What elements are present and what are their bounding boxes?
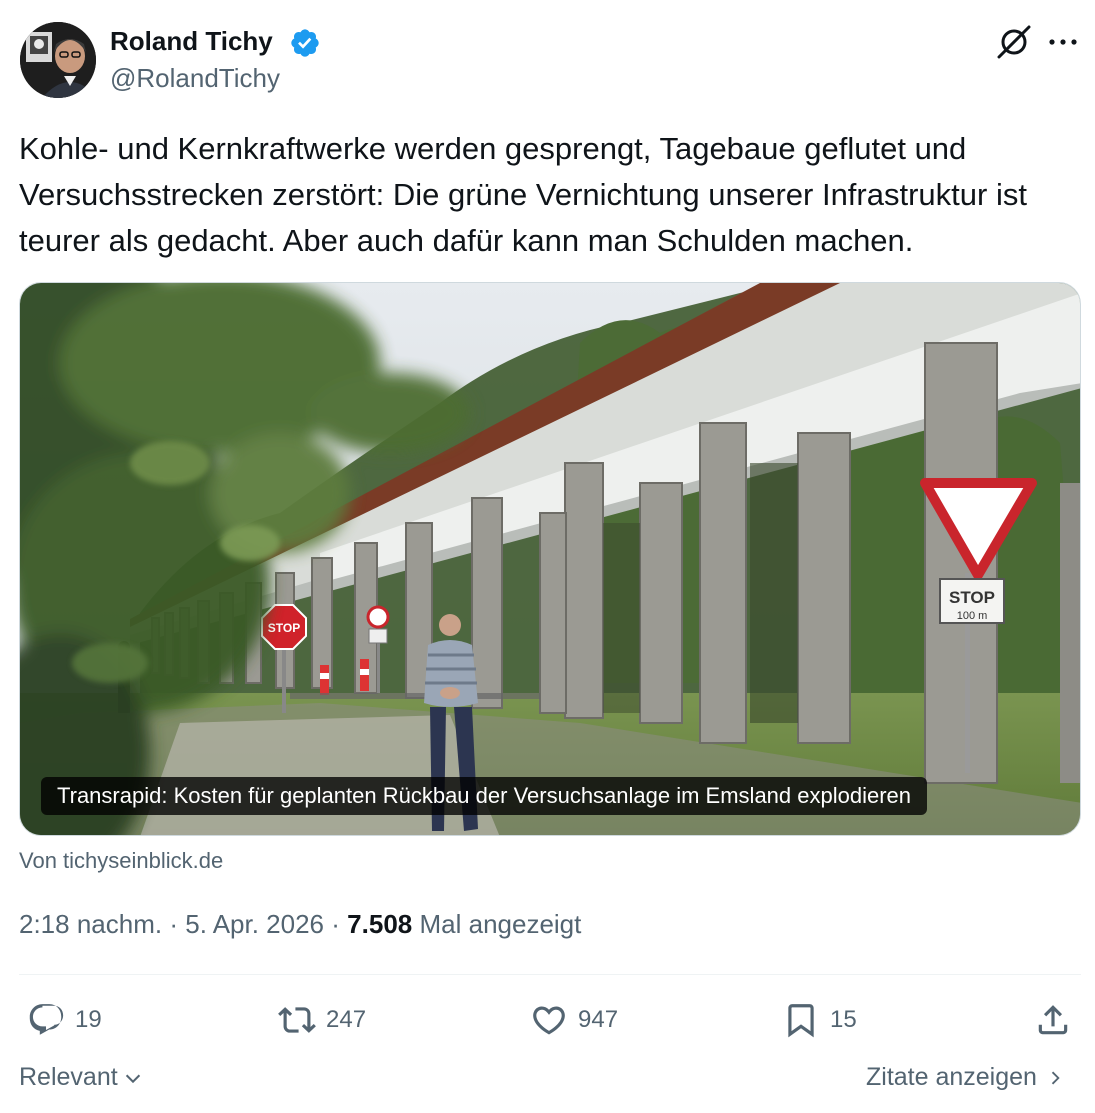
share-button[interactable] — [1034, 1000, 1072, 1040]
avatar-image — [20, 22, 96, 98]
bookmark-count: 15 — [830, 1006, 857, 1033]
quotes-label: Zitate anzeigen — [866, 1063, 1037, 1091]
like-count: 947 — [578, 1006, 619, 1033]
meta-separator: · — [169, 909, 178, 939]
retweet-icon — [278, 1007, 316, 1033]
bookmark-icon — [788, 1004, 814, 1038]
author-handle[interactable]: @RolandTichy — [110, 63, 280, 94]
tweet-date[interactable]: 5. Apr. 2026 — [185, 909, 324, 939]
retweet-button[interactable]: 247 — [278, 1000, 366, 1040]
reply-button[interactable]: 19 — [27, 1000, 102, 1040]
tweet-time[interactable]: 2:18 nachm. — [19, 909, 162, 939]
stop-sign-right-text: STOP — [949, 588, 995, 607]
avatar[interactable] — [20, 22, 96, 98]
show-quotes-link[interactable]: Zitate anzeigen — [866, 1063, 1065, 1092]
transrapid-photo: STOP 100 m STOP — [20, 283, 1080, 835]
retweet-count: 247 — [326, 1006, 367, 1033]
author-name[interactable]: Roland Tichy — [110, 26, 273, 57]
stop-sign-left-text: STOP — [268, 621, 300, 635]
tweet-text: Kohle- und Kernkraftwerke werden gespren… — [19, 131, 1027, 258]
link-source[interactable]: Von tichyseinblick.de — [19, 848, 223, 874]
like-button[interactable]: 947 — [530, 1000, 618, 1040]
verified-badge-icon — [289, 27, 321, 59]
chevron-right-icon — [1051, 1071, 1060, 1084]
bookmark-button[interactable]: 15 — [782, 1000, 857, 1040]
divider — [19, 974, 1081, 975]
sort-relevant-dropdown[interactable]: Relevant — [19, 1063, 144, 1092]
link-card-image[interactable]: STOP 100 m STOP — [19, 282, 1081, 836]
share-icon — [1038, 1005, 1068, 1035]
sort-label: Relevant — [19, 1063, 118, 1091]
view-count: 7.508 — [347, 909, 413, 939]
reply-icon — [29, 1004, 64, 1035]
like-icon — [533, 1006, 565, 1035]
reply-count: 19 — [75, 1006, 102, 1033]
meta-separator: · — [331, 909, 340, 939]
tweet-meta: 2:18 nachm. · 5. Apr. 2026 · 7.508 Mal a… — [19, 909, 581, 940]
more-icon[interactable] — [1044, 25, 1082, 59]
grok-icon[interactable] — [995, 23, 1033, 61]
view-count-label: Mal angezeigt — [419, 909, 582, 939]
chevron-down-icon — [125, 1074, 140, 1083]
stop-sign-right-subtext: 100 m — [957, 610, 988, 622]
link-card-caption[interactable]: Transrapid: Kosten für geplanten Rückbau… — [41, 777, 928, 815]
